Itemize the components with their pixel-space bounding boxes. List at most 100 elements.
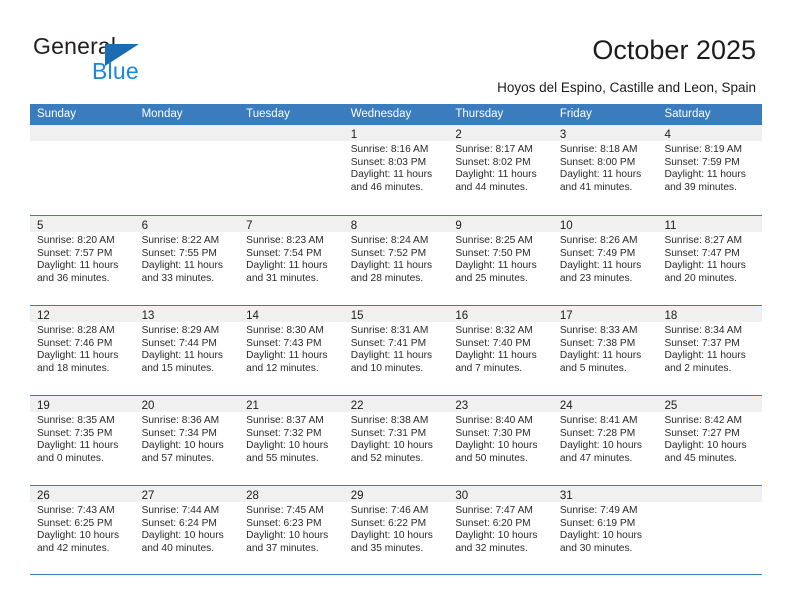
day-detail-line: and 25 minutes. [455,272,528,284]
day-detail-line: and 36 minutes. [37,272,110,284]
day-detail-line: Daylight: 11 hours [455,260,537,272]
day-cell-20[interactable]: 20 Sunrise: 8:36 AM Sunset: 7:34 PM Dayligh… [134,396,240,485]
day-detail-line: and 10 minutes. [350,362,424,374]
day-cell-12[interactable]: 12 Sunrise: 8:28 AM Sunset: 7:46 PM Dayligh… [30,306,135,395]
day-number: 14 [246,310,259,322]
day-cell-23[interactable]: 23 Sunrise: 8:40 AM Sunset: 7:30 PM Dayligh… [448,396,553,485]
day-number-band: 28 [239,486,344,502]
day-detail-line: Daylight: 11 hours [141,260,223,272]
day-detail-line: Sunset: 6:22 PM [350,517,427,529]
day-cell-17[interactable]: 17 Sunrise: 8:33 AM Sunset: 7:38 PM Dayligh… [552,306,658,395]
calendar-week-row: 19 Sunrise: 8:35 AM Sunset: 7:35 PM Dayligh… [30,395,763,485]
day-detail-line: Sunset: 7:46 PM [37,337,113,349]
day-cell-8[interactable]: 8 Sunrise: 8:24 AM Sunset: 7:52 PM Daylight… [343,216,449,305]
day-number: 30 [455,490,469,502]
day-number: 2 [455,129,462,141]
day-cell-28[interactable]: 28 Sunrise: 7:45 AM Sunset: 6:23 PM Dayligh… [239,486,344,574]
general-blue-logo[interactable]: General Blue [33,33,203,85]
day-number-band: 27 [134,486,240,502]
day-cell-3[interactable]: 3 Sunrise: 8:18 AM Sunset: 8:00 PM Daylight… [552,125,658,215]
day-cell-4[interactable]: 4 Sunrise: 8:19 AM Sunset: 7:59 PM Daylight… [657,125,763,215]
day-number-band: 6 [134,216,240,232]
day-detail-line: Sunset: 7:57 PM [37,247,113,259]
day-details: Sunrise: 8:42 AM Sunset: 7:27 PM Daylight:… [657,412,762,465]
day-details: Sunrise: 7:47 AM Sunset: 6:20 PM Daylight:… [448,502,553,555]
day-cell-21[interactable]: 21 Sunrise: 8:37 AM Sunset: 7:32 PM Dayligh… [239,396,344,485]
day-number: 29 [350,490,364,502]
day-number: 31 [559,490,573,502]
day-detail-line: Daylight: 10 hours [246,440,329,452]
day-cell-7[interactable]: 7 Sunrise: 8:23 AM Sunset: 7:54 PM Daylight… [239,216,344,305]
day-number: 3 [559,129,567,141]
day-cell-27[interactable]: 27 Sunrise: 7:44 AM Sunset: 6:24 PM Dayligh… [134,486,240,574]
day-number-band: 19 [30,396,135,412]
day-cell-5[interactable]: 5 Sunrise: 8:20 AM Sunset: 7:57 PM Daylight… [30,216,135,305]
day-number-band: 7 [239,216,344,232]
brand-word-general: General [33,33,117,59]
calendar-week-row: 12 Sunrise: 8:28 AM Sunset: 7:46 PM Dayligh… [30,305,763,395]
day-cell-13[interactable]: 13 Sunrise: 8:29 AM Sunset: 7:44 PM Dayligh… [134,306,240,395]
day-number: 21 [246,400,259,412]
day-cell-1[interactable]: 1 Sunrise: 8:16 AM Sunset: 8:03 PM Daylight… [343,125,449,215]
day-number: 16 [455,310,469,322]
day-detail-line: Sunrise: 8:28 AM [37,325,115,336]
day-detail-line: Daylight: 11 hours [455,169,537,181]
day-cell-6[interactable]: 6 Sunrise: 8:22 AM Sunset: 7:55 PM Daylight… [134,216,240,305]
day-detail-line: and 44 minutes. [455,181,528,193]
day-number-band: 15 [343,306,449,322]
day-cell-24[interactable]: 24 Sunrise: 8:41 AM Sunset: 7:28 PM Dayligh… [552,396,658,485]
day-cell-18[interactable]: 18 Sunrise: 8:34 AM Sunset: 7:37 PM Dayligh… [657,306,763,395]
day-detail-line: Sunrise: 8:26 AM [559,235,638,246]
day-cell-30[interactable]: 30 Sunrise: 7:47 AM Sunset: 6:20 PM Dayligh… [448,486,553,574]
day-cell-26[interactable]: 26 Sunrise: 7:43 AM Sunset: 6:25 PM Dayligh… [30,486,135,574]
day-detail-line: Daylight: 10 hours [246,530,329,542]
day-cell-19[interactable]: 19 Sunrise: 8:35 AM Sunset: 7:35 PM Dayligh… [30,396,135,485]
day-number: 5 [37,220,44,232]
day-cell-22[interactable]: 22 Sunrise: 8:38 AM Sunset: 7:31 PM Dayligh… [343,396,449,485]
day-cell-empty [239,125,344,215]
day-detail-line: Daylight: 11 hours [37,350,119,362]
day-cell-16[interactable]: 16 Sunrise: 8:32 AM Sunset: 7:40 PM Dayligh… [448,306,553,395]
calendar-grid: Sunday Monday Tuesday Wednesday Thursday Frid… [30,104,763,575]
day-cell-9[interactable]: 9 Sunrise: 8:25 AM Sunset: 7:50 PM Daylight… [448,216,553,305]
day-details: Sunrise: 8:18 AM Sunset: 8:00 PM Daylight:… [553,141,658,194]
day-detail-line: Daylight: 10 hours [350,530,433,542]
day-number: 1 [350,129,358,141]
day-detail-line: and 23 minutes. [559,272,633,284]
day-detail-line: Daylight: 11 hours [141,350,223,362]
day-number-band [134,125,240,141]
day-cell-14[interactable]: 14 Sunrise: 8:30 AM Sunset: 7:43 PM Dayligh… [239,306,344,395]
day-cell-empty [657,486,763,574]
day-detail-line: Sunrise: 7:47 AM [455,505,533,516]
day-number-band: 13 [134,306,240,322]
day-cell-2[interactable]: 2 Sunrise: 8:17 AM Sunset: 8:02 PM Daylight… [448,125,553,215]
day-cell-11[interactable]: 11 Sunrise: 8:27 AM Sunset: 7:47 PM Dayligh… [657,216,763,305]
day-detail-line: Sunset: 7:32 PM [246,427,322,439]
day-detail-line: and 5 minutes. [559,362,627,374]
day-cell-25[interactable]: 25 Sunrise: 8:42 AM Sunset: 7:27 PM Dayligh… [657,396,763,485]
day-cell-15[interactable]: 15 Sunrise: 8:31 AM Sunset: 7:41 PM Dayligh… [343,306,449,395]
day-details: Sunrise: 8:29 AM Sunset: 7:44 PM Daylight:… [135,322,240,375]
day-number-band: 1 [343,125,449,141]
weekday-header-row: Sunday Monday Tuesday Wednesday Thursday Frid… [30,104,762,125]
day-number-band: 23 [448,396,553,412]
day-cell-10[interactable]: 10 Sunrise: 8:26 AM Sunset: 7:49 PM Dayligh… [552,216,658,305]
weekday-header-wednesday: Wednesday [350,108,412,120]
day-number-band: 16 [448,306,553,322]
day-detail-line: Sunset: 7:49 PM [559,247,636,259]
day-detail-line: Sunrise: 8:17 AM [455,144,533,155]
day-number: 19 [37,400,50,412]
day-detail-line: Daylight: 11 hours [664,350,746,362]
day-detail-line: and 55 minutes. [246,452,319,464]
day-details: Sunrise: 8:33 AM Sunset: 7:38 PM Daylight:… [553,322,658,375]
day-detail-line: Daylight: 11 hours [37,440,119,452]
day-detail-line: and 33 minutes. [141,272,215,284]
day-detail-line: Sunset: 7:47 PM [664,247,740,259]
day-detail-line: Daylight: 11 hours [455,350,537,362]
day-cell-29[interactable]: 29 Sunrise: 7:46 AM Sunset: 6:22 PM Dayligh… [343,486,449,574]
day-detail-line: Sunset: 7:52 PM [350,247,427,259]
day-detail-line: Daylight: 11 hours [559,169,642,181]
day-cell-31[interactable]: 31 Sunrise: 7:49 AM Sunset: 6:19 PM Dayligh… [552,486,658,574]
day-detail-line: Sunset: 7:40 PM [455,337,531,349]
day-detail-line: Daylight: 11 hours [559,350,642,362]
